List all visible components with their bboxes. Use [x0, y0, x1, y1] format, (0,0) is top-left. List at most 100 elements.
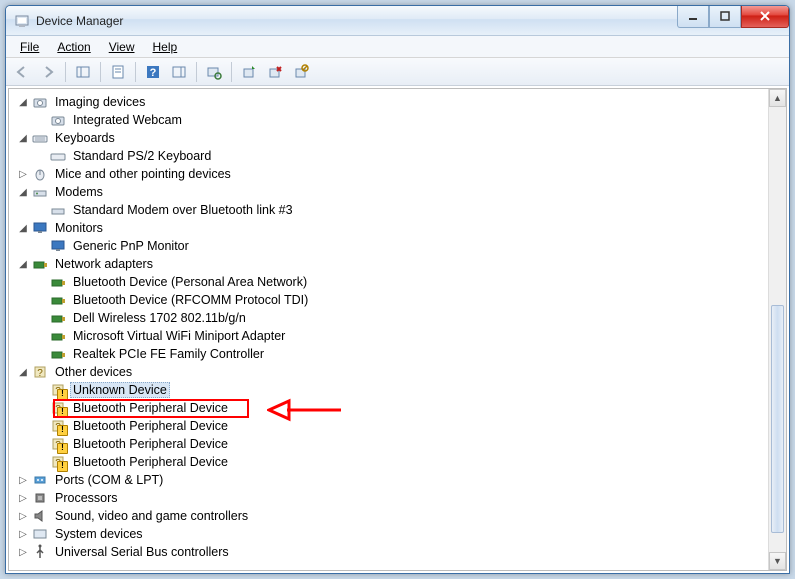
- scroll-down-button[interactable]: ▼: [769, 552, 786, 570]
- menu-view[interactable]: View: [101, 38, 143, 56]
- expand-icon[interactable]: ▷: [17, 546, 29, 558]
- tree-container: ◢ Imaging devices · Integrated Webcam: [8, 88, 787, 571]
- expand-icon[interactable]: ▷: [17, 492, 29, 504]
- mouse-icon: [32, 166, 48, 182]
- tree-node-network-child[interactable]: ·Microsoft Virtual WiFi Miniport Adapter: [35, 327, 768, 345]
- collapse-icon[interactable]: ◢: [17, 366, 29, 378]
- update-driver-button[interactable]: [237, 60, 261, 84]
- expand-icon[interactable]: ▷: [17, 510, 29, 522]
- window-title: Device Manager: [36, 14, 677, 28]
- tree-node-bluetooth-peripheral[interactable]: ·?Bluetooth Peripheral Device: [35, 417, 768, 435]
- tree-node-sound[interactable]: ▷ Sound, video and game controllers: [17, 507, 768, 525]
- collapse-icon[interactable]: ◢: [17, 258, 29, 270]
- back-button[interactable]: [10, 60, 34, 84]
- imaging-devices-icon: [32, 94, 48, 110]
- tree-label: Bluetooth Peripheral Device: [70, 418, 231, 434]
- collapse-icon[interactable]: ◢: [17, 132, 29, 144]
- scan-hardware-button[interactable]: [202, 60, 226, 84]
- tree-label: Bluetooth Device (Personal Area Network): [70, 274, 310, 290]
- menubar: File Action View Help: [6, 36, 789, 58]
- properties-button[interactable]: [106, 60, 130, 84]
- unknown-device-icon: ?: [50, 382, 66, 398]
- tree-node-modems[interactable]: ◢ Modems: [17, 183, 768, 201]
- tree-node-system-devices[interactable]: ▷ System devices: [17, 525, 768, 543]
- tree-label: Standard PS/2 Keyboard: [70, 148, 214, 164]
- menu-help[interactable]: Help: [145, 38, 186, 56]
- vertical-scrollbar[interactable]: ▲ ▼: [768, 89, 786, 570]
- tree-label: Mice and other pointing devices: [52, 166, 234, 182]
- tree-node-bluetooth-peripheral[interactable]: ·?Bluetooth Peripheral Device: [35, 435, 768, 453]
- monitor-icon: [32, 220, 48, 236]
- collapse-icon[interactable]: ◢: [17, 186, 29, 198]
- network-adapter-icon: [32, 256, 48, 272]
- tree-node-integrated-webcam[interactable]: · Integrated Webcam: [35, 111, 768, 129]
- tree-node-other-devices[interactable]: ◢ ? Other devices: [17, 363, 768, 381]
- tree-node-mice[interactable]: ▷ Mice and other pointing devices: [17, 165, 768, 183]
- toolbar-separator: [196, 62, 197, 82]
- tree-label: Imaging devices: [52, 94, 148, 110]
- expand-icon[interactable]: ▷: [17, 528, 29, 540]
- tree-node-processors[interactable]: ▷ Processors: [17, 489, 768, 507]
- collapse-icon[interactable]: ◢: [17, 222, 29, 234]
- scroll-thumb[interactable]: [771, 305, 784, 533]
- tree-node-usb[interactable]: ▷ Universal Serial Bus controllers: [17, 543, 768, 561]
- tree-label: Bluetooth Device (RFCOMM Protocol TDI): [70, 292, 311, 308]
- sound-icon: [32, 508, 48, 524]
- app-icon: [14, 13, 30, 29]
- scroll-up-button[interactable]: ▲: [769, 89, 786, 107]
- titlebar[interactable]: Device Manager: [6, 6, 789, 36]
- tree-label: Monitors: [52, 220, 106, 236]
- minimize-button[interactable]: [677, 6, 709, 28]
- svg-text:?: ?: [150, 67, 157, 79]
- network-adapter-icon: [50, 274, 66, 290]
- tree-node-bluetooth-peripheral[interactable]: ·?Bluetooth Peripheral Device: [35, 453, 768, 471]
- tree-node-bluetooth-peripheral[interactable]: ·?Bluetooth Peripheral Device: [35, 399, 768, 417]
- maximize-button[interactable]: [709, 6, 741, 28]
- tree-node-network-adapters[interactable]: ◢ Network adapters: [17, 255, 768, 273]
- tree-node-network-child[interactable]: ·Bluetooth Device (RFCOMM Protocol TDI): [35, 291, 768, 309]
- tree-node-unknown-device[interactable]: ·?Unknown Device: [35, 381, 768, 399]
- tree-label: Microsoft Virtual WiFi Miniport Adapter: [70, 328, 288, 344]
- uninstall-button[interactable]: [263, 60, 287, 84]
- expand-icon[interactable]: ▷: [17, 168, 29, 180]
- toolbar-separator: [100, 62, 101, 82]
- menu-action[interactable]: Action: [49, 38, 98, 56]
- disable-button[interactable]: [289, 60, 313, 84]
- tree-node-keyboards[interactable]: ◢ Keyboards: [17, 129, 768, 147]
- tree-node-network-child[interactable]: ·Bluetooth Device (Personal Area Network…: [35, 273, 768, 291]
- toolbar: ?: [6, 58, 789, 86]
- svg-text:?: ?: [55, 440, 61, 451]
- expand-icon[interactable]: ▷: [17, 474, 29, 486]
- tree-node-bluetooth-modem[interactable]: · Standard Modem over Bluetooth link #3: [35, 201, 768, 219]
- forward-button[interactable]: [36, 60, 60, 84]
- network-adapter-icon: [50, 346, 66, 362]
- keyboard-icon: [50, 148, 66, 164]
- device-tree[interactable]: ◢ Imaging devices · Integrated Webcam: [9, 89, 768, 570]
- help-button[interactable]: ?: [141, 60, 165, 84]
- action-pane-button[interactable]: [167, 60, 191, 84]
- tree-node-network-child[interactable]: ·Realtek PCIe FE Family Controller: [35, 345, 768, 363]
- show-hide-console-tree-button[interactable]: [71, 60, 95, 84]
- modem-icon: [50, 202, 66, 218]
- tree-label: Sound, video and game controllers: [52, 508, 251, 524]
- tree-node-imaging-devices[interactable]: ◢ Imaging devices: [17, 93, 768, 111]
- close-button[interactable]: [741, 6, 789, 28]
- svg-text:?: ?: [37, 368, 43, 379]
- svg-text:?: ?: [55, 458, 61, 469]
- tree-label: Modems: [52, 184, 106, 200]
- tree-label: Standard Modem over Bluetooth link #3: [70, 202, 296, 218]
- tree-node-generic-monitor[interactable]: · Generic PnP Monitor: [35, 237, 768, 255]
- modem-icon: [32, 184, 48, 200]
- tree-node-standard-keyboard[interactable]: · Standard PS/2 Keyboard: [35, 147, 768, 165]
- tree-label: Network adapters: [52, 256, 156, 272]
- tree-label: Other devices: [52, 364, 135, 380]
- keyboard-icon: [32, 130, 48, 146]
- tree-label: System devices: [52, 526, 146, 542]
- tree-node-monitors[interactable]: ◢ Monitors: [17, 219, 768, 237]
- tree-node-network-child[interactable]: ·Dell Wireless 1702 802.11b/g/n: [35, 309, 768, 327]
- svg-text:?: ?: [55, 422, 61, 433]
- unknown-device-icon: ?: [50, 454, 66, 470]
- tree-node-ports[interactable]: ▷ Ports (COM & LPT): [17, 471, 768, 489]
- collapse-icon[interactable]: ◢: [17, 96, 29, 108]
- menu-file[interactable]: File: [12, 38, 47, 56]
